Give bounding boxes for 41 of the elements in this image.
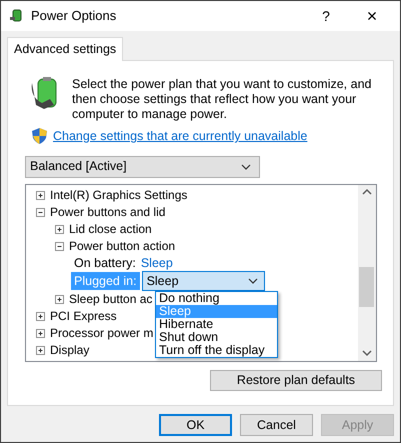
tree-item[interactable]: Power buttons and lid: [50, 203, 166, 222]
dropdown-option[interactable]: Shut down: [156, 331, 277, 344]
help-button[interactable]: ?: [306, 6, 346, 26]
expand-icon[interactable]: [35, 344, 46, 356]
dialog-button[interactable]: OK: [159, 414, 232, 436]
scrollbar[interactable]: [358, 184, 376, 361]
dropdown-option[interactable]: Do nothing: [156, 292, 277, 305]
tab[interactable]: Advanced settings: [7, 37, 124, 61]
expand-icon[interactable]: [35, 310, 46, 322]
expand-icon[interactable]: [35, 190, 46, 201]
tree-item[interactable]: Sleep button ac: [69, 290, 152, 308]
tree-item[interactable]: Lid close action: [69, 220, 152, 238]
dialog-button: Apply: [321, 414, 394, 436]
chevron-icon: [248, 278, 258, 284]
window-title: Power Options: [31, 7, 116, 26]
collapse-icon[interactable]: [35, 206, 46, 218]
tree-item[interactable]: Display: [50, 341, 90, 360]
tree-item[interactable]: Processor power m: [50, 324, 154, 342]
expand-icon[interactable]: [35, 328, 46, 339]
scroll-up-icon[interactable]: [362, 188, 372, 196]
expand-icon[interactable]: [54, 224, 65, 235]
setting-value[interactable]: Sleep: [140, 254, 173, 273]
dropdown-option[interactable]: Turn off the display: [156, 344, 277, 357]
expand-icon[interactable]: [54, 294, 65, 305]
plan-dropdown[interactable]: Balanced [Active]: [25, 156, 260, 178]
chevron-icon: [241, 164, 251, 170]
setting-label[interactable]: On battery:: [71, 254, 139, 273]
change-settings-link[interactable]: Change settings that are currently unavailable: [53, 127, 308, 146]
scroll-down-icon[interactable]: [362, 348, 372, 357]
setting-dropdown[interactable]: Sleep: [142, 271, 265, 292]
scroll-thumb[interactable]: [359, 266, 374, 307]
intro-text: Select the power plan that you want to customize, and then choose settings that reflect how you want your computer to manage power.: [72, 77, 372, 122]
tree-item[interactable]: PCI Express: [50, 307, 117, 326]
shield-icon: [32, 128, 47, 144]
restore-defaults-button[interactable]: Restore plan defaults: [210, 370, 382, 391]
close-button[interactable]: ×: [352, 2, 392, 30]
tree-item[interactable]: Power button action: [69, 237, 176, 256]
dropdown-option[interactable]: Hibernate: [156, 318, 277, 331]
collapse-icon[interactable]: [54, 240, 65, 252]
tree-item[interactable]: Intel(R) Graphics Settings: [50, 186, 188, 204]
dialog-button[interactable]: Cancel: [240, 414, 313, 436]
